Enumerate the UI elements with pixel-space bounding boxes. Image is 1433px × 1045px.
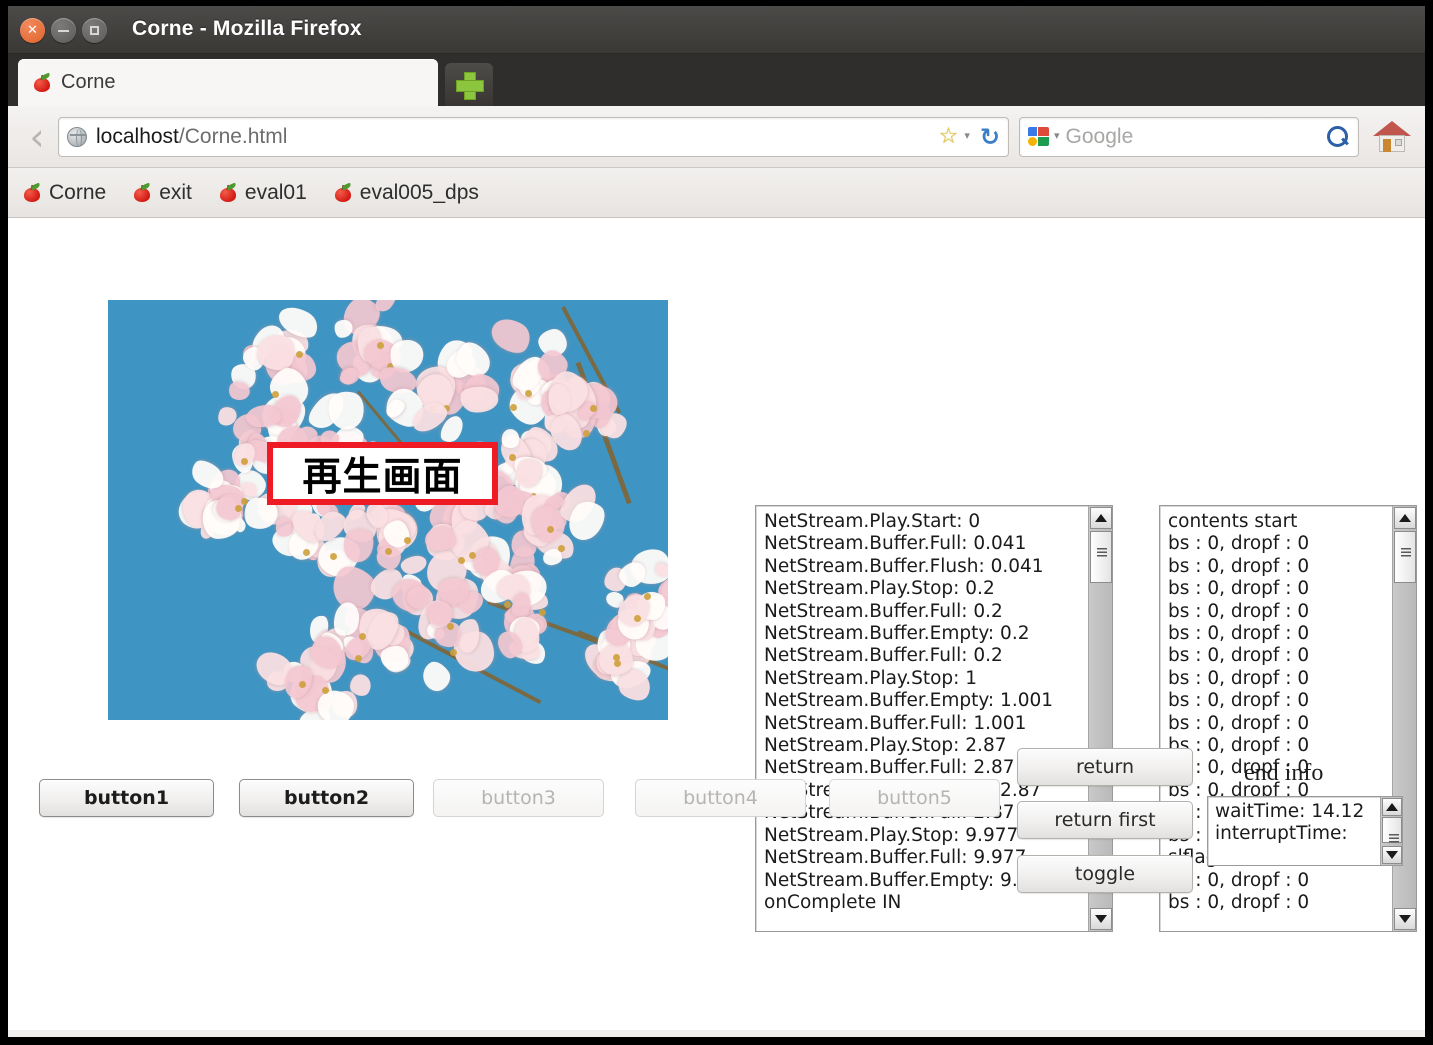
tomato-icon — [132, 182, 152, 203]
window-titlebar: ✕ Corne - Mozilla Firefox — [8, 6, 1425, 54]
scroll-up-icon[interactable] — [1090, 507, 1112, 529]
choice-button-4: button4 — [635, 779, 806, 817]
tab-strip: Corne — [8, 54, 1425, 106]
stamen — [558, 544, 566, 552]
end-info-label: end info — [1244, 760, 1324, 786]
stamen — [504, 600, 512, 608]
bookmark-label: Corne — [49, 180, 107, 204]
window-controls: ✕ — [20, 18, 107, 43]
petal — [398, 552, 428, 576]
page-content: NetStream.Play.Start: 0 NetStream.Buffer… — [8, 218, 1425, 1030]
url-host: localhost — [96, 124, 179, 148]
address-bar-icons: ☆ ▾ ↻ — [939, 125, 1000, 149]
stamen — [240, 497, 248, 505]
buffer-stats-log-textarea[interactable]: contents start bs : 0, dropf : 0 bs : 0,… — [1159, 505, 1417, 932]
stamen — [613, 653, 621, 661]
scrollbar-thumb[interactable] — [1382, 817, 1402, 844]
petal — [416, 657, 455, 696]
stamen — [359, 632, 367, 640]
stamen — [644, 592, 652, 600]
bookmark-label: eval005_dps — [359, 180, 479, 204]
stamen — [302, 549, 310, 557]
netstream-log-text: NetStream.Play.Start: 0 NetStream.Buffer… — [764, 511, 1054, 913]
end-info-textarea[interactable]: waitTime: 14.12 interruptTime: — [1207, 796, 1403, 866]
search-input[interactable]: Google — [1066, 125, 1134, 149]
choice-button-1[interactable]: button1 — [39, 779, 214, 817]
petal — [379, 645, 409, 672]
minimize-window-icon[interactable] — [51, 18, 76, 43]
petal — [334, 319, 354, 339]
scroll-up-icon[interactable] — [1394, 507, 1416, 529]
google-icon — [1028, 126, 1050, 147]
bookmark-label: exit — [159, 180, 192, 204]
bookmarks-toolbar: Corne exit eval01 eval005_dps — [8, 168, 1425, 218]
stamen — [547, 525, 555, 533]
tomato-icon — [218, 182, 238, 203]
navigation-toolbar: ‹ localhost/Corne.html ☆ ▾ ↻ ▾ Google — [8, 106, 1425, 168]
globe-icon — [67, 126, 87, 147]
search-bar[interactable]: ▾ Google — [1019, 116, 1359, 157]
choice-button-2[interactable]: button2 — [239, 779, 414, 817]
tab-label: Corne — [61, 71, 116, 93]
bookmark-eval01[interactable]: eval01 — [218, 181, 307, 205]
return-button[interactable]: return — [1017, 748, 1193, 786]
end-info-text: waitTime: 14.12 interruptTime: — [1215, 801, 1365, 844]
stamen — [329, 552, 337, 560]
tab-corne[interactable]: Corne — [18, 59, 438, 106]
reload-icon[interactable]: ↻ — [980, 125, 1000, 149]
bookmark-star-icon[interactable]: ☆ — [939, 125, 959, 148]
choice-button-3: button3 — [433, 779, 604, 817]
buffer-stats-log-scrollbar[interactable] — [1392, 506, 1416, 931]
chevron-down-icon[interactable]: ▾ — [964, 131, 970, 142]
toggle-button[interactable]: toggle — [1017, 855, 1193, 893]
window-title: Corne - Mozilla Firefox — [132, 17, 362, 40]
scroll-down-icon[interactable] — [1394, 908, 1416, 930]
petal — [485, 311, 537, 360]
video-playback-area[interactable] — [108, 300, 668, 720]
stamen — [539, 609, 547, 617]
stamen — [450, 648, 458, 656]
maximize-window-icon[interactable] — [82, 18, 107, 43]
tomato-icon — [333, 182, 353, 203]
stamen — [469, 551, 477, 559]
plus-icon — [456, 71, 484, 100]
scrollbar-thumb[interactable] — [1394, 531, 1416, 583]
scrollbar-thumb[interactable] — [1090, 531, 1112, 583]
address-bar[interactable]: localhost/Corne.html ☆ ▾ ↻ — [58, 116, 1009, 157]
scroll-down-icon[interactable] — [1090, 908, 1112, 930]
stamen — [234, 504, 242, 512]
cherry-blossom-image — [108, 300, 668, 720]
home-icon[interactable] — [1371, 117, 1413, 157]
stamen — [583, 429, 591, 437]
bookmark-eval005-dps[interactable]: eval005_dps — [333, 181, 479, 205]
search-engine-chevron-down-icon[interactable]: ▾ — [1054, 131, 1060, 142]
stamen — [590, 404, 598, 412]
stamen — [524, 390, 532, 398]
new-tab-button[interactable] — [445, 63, 493, 106]
tomato-icon — [22, 182, 42, 203]
bookmark-corne[interactable]: Corne — [22, 181, 106, 205]
url-text: localhost/Corne.html — [96, 125, 287, 149]
bookmark-exit[interactable]: exit — [132, 181, 192, 205]
bookmark-label: eval01 — [244, 180, 307, 204]
url-path: /Corne.html — [178, 124, 288, 148]
annotation-playback-screen: 再生画面 — [267, 442, 498, 505]
scroll-up-icon[interactable] — [1382, 798, 1402, 816]
search-icon[interactable] — [1326, 125, 1350, 149]
end-info-scrollbar[interactable] — [1380, 797, 1402, 865]
screenshot-root: ✕ Corne - Mozilla Firefox Corne ‹ localh… — [0, 0, 1433, 1045]
firefox-window: ✕ Corne - Mozilla Firefox Corne ‹ localh… — [8, 6, 1425, 1037]
scroll-down-icon[interactable] — [1382, 846, 1402, 864]
choice-button-5: button5 — [829, 779, 1000, 817]
return-first-button[interactable]: return first — [1017, 801, 1193, 839]
close-window-icon[interactable]: ✕ — [20, 18, 45, 43]
tomato-icon — [32, 72, 52, 93]
back-button[interactable]: ‹ — [20, 116, 54, 158]
